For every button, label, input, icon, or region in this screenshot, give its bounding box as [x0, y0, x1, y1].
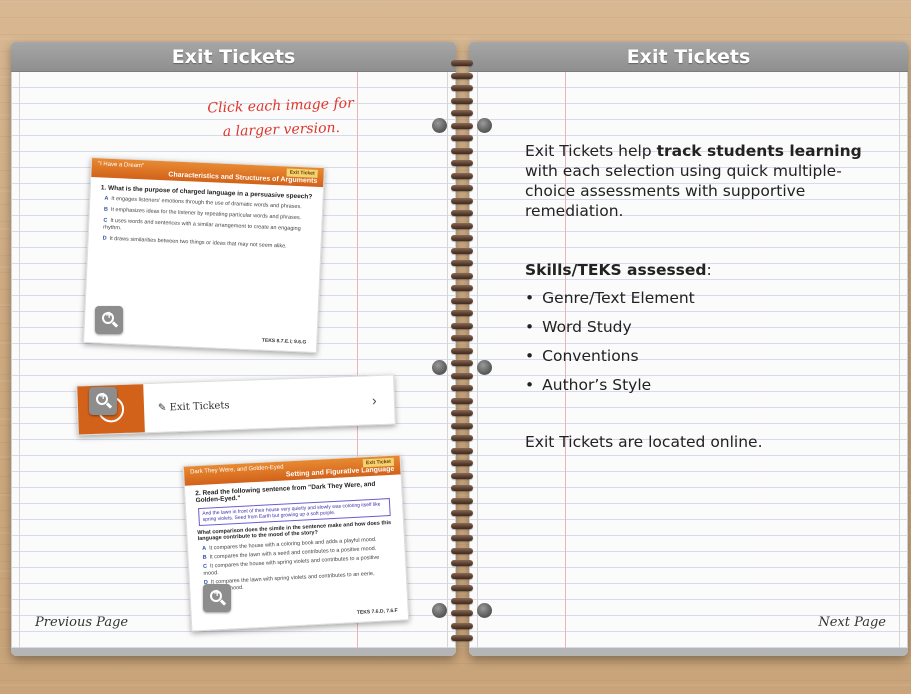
spiral-coil: [451, 485, 473, 491]
spiral-coil: [451, 110, 473, 116]
spiral-coil: [451, 210, 473, 216]
spiral-coil: [451, 222, 473, 229]
chevron-right-icon: ›: [371, 392, 377, 409]
binder-hole: [432, 603, 447, 618]
spiral-coil: [451, 597, 473, 604]
thumb2-option-letter: A: [202, 545, 207, 552]
spiral-coil: [451, 272, 473, 279]
spiral-coil: [451, 285, 473, 291]
skill-item: Author’s Style: [525, 375, 695, 395]
spiral-coil: [451, 585, 473, 591]
page-bottom-bar: [469, 648, 908, 656]
spiral-coil: [451, 397, 473, 404]
spiral-coil: [451, 510, 473, 516]
spiral-binding: [447, 60, 477, 650]
banner-label: Exit Tickets: [169, 399, 230, 413]
spiral-coil: [451, 185, 473, 191]
thumb1-teks: TEKS 8.7.E.i; 9.6.G: [261, 337, 307, 346]
spiral-coil: [451, 435, 473, 441]
spiral-coil: [451, 85, 473, 91]
spiral-coil: [451, 360, 473, 366]
thumb2-option-letter: C: [202, 563, 208, 570]
spiral-coil: [451, 372, 473, 379]
spiral-coil: [451, 97, 473, 104]
spiral-coil: [451, 497, 473, 504]
thumb1-option-letter: C: [103, 217, 108, 224]
binder-hole: [432, 360, 447, 375]
banner-label-wrap: ✎ Exit Tickets: [144, 395, 372, 414]
spiral-coil: [451, 197, 473, 204]
page-bottom-bar: [11, 648, 456, 656]
spiral-coil: [451, 247, 473, 254]
skill-item: Word Study: [525, 317, 695, 337]
spiral-coil: [451, 622, 473, 629]
next-page-link[interactable]: Next Page: [818, 615, 886, 630]
spiral-coil: [451, 160, 473, 166]
spiral-coil: [451, 410, 473, 416]
spiral-coil: [451, 297, 473, 304]
spiral-coil: [451, 135, 473, 141]
right-page-title: Exit Tickets: [469, 42, 908, 72]
intro-bold: track students learning: [656, 142, 862, 160]
binder-hole: [432, 118, 447, 133]
spiral-coil: [451, 310, 473, 316]
spiral-coil: [451, 335, 473, 341]
zoom-handle: [111, 321, 119, 328]
spiral-coil: [451, 385, 473, 391]
thumb1-option-letter: B: [103, 206, 108, 213]
spiral-coil: [451, 635, 473, 641]
spiral-coil: [451, 235, 473, 241]
zoom-icon[interactable]: [89, 387, 117, 415]
skills-heading-colon: :: [706, 261, 712, 279]
left-page-title: Exit Tickets: [11, 42, 456, 72]
click-hint: Click each image for a larger version.: [180, 91, 382, 146]
right-page: Exit Tickets Exit Tickets help track stu…: [469, 42, 908, 656]
intro-pre: Exit Tickets help: [525, 142, 657, 160]
spiral-coil: [451, 472, 473, 479]
spiral-coil: [451, 260, 473, 266]
skills-heading: Skills/TEKS assessed:: [525, 260, 712, 280]
spiral-coil: [451, 610, 473, 616]
spiral-coil: [451, 72, 473, 79]
spiral-coil: [451, 347, 473, 354]
binder-hole: [477, 603, 492, 618]
spiral-coil: [451, 172, 473, 179]
skill-item: Genre/Text Element: [525, 288, 695, 308]
zoom-icon[interactable]: [203, 584, 231, 612]
zoom-handle: [219, 599, 227, 606]
spiral-coil: [451, 547, 473, 554]
spiral-coil: [451, 60, 473, 66]
skills-heading-text: Skills/TEKS assessed: [525, 261, 707, 279]
thumb1-option-letter: A: [104, 195, 109, 202]
previous-page-link[interactable]: Previous Page: [35, 615, 128, 630]
left-page: Exit Tickets Click each image for a larg…: [11, 42, 456, 656]
spiral-coil: [451, 572, 473, 579]
spiral-coil: [451, 535, 473, 541]
banner-ticket-icon: ✎: [157, 401, 170, 414]
spiral-coil: [451, 460, 473, 466]
intro-post: with each selection using quick multiple…: [525, 162, 842, 220]
thumb1-option-letter: D: [102, 235, 107, 242]
zoom-icon[interactable]: [95, 306, 123, 334]
location-text: Exit Tickets are located online.: [525, 433, 763, 451]
thumb2-teks: TEKS 7.6.D, 7.6.F: [356, 607, 398, 616]
spiral-coil: [451, 447, 473, 454]
skills-list: Genre/Text Element Word Study Convention…: [525, 288, 695, 404]
thumb2-option-letter: B: [202, 554, 207, 561]
skill-item: Conventions: [525, 346, 695, 366]
spiral-coil: [451, 522, 473, 529]
spiral-coil: [451, 422, 473, 429]
binder-hole: [477, 118, 492, 133]
spiral-coil: [451, 322, 473, 329]
spiral-coil: [451, 147, 473, 154]
binder-hole: [477, 360, 492, 375]
spiral-coil: [451, 122, 473, 129]
spiral-coil: [451, 560, 473, 566]
intro-paragraph: Exit Tickets help track students learnin…: [525, 141, 875, 221]
zoom-handle: [105, 402, 113, 409]
